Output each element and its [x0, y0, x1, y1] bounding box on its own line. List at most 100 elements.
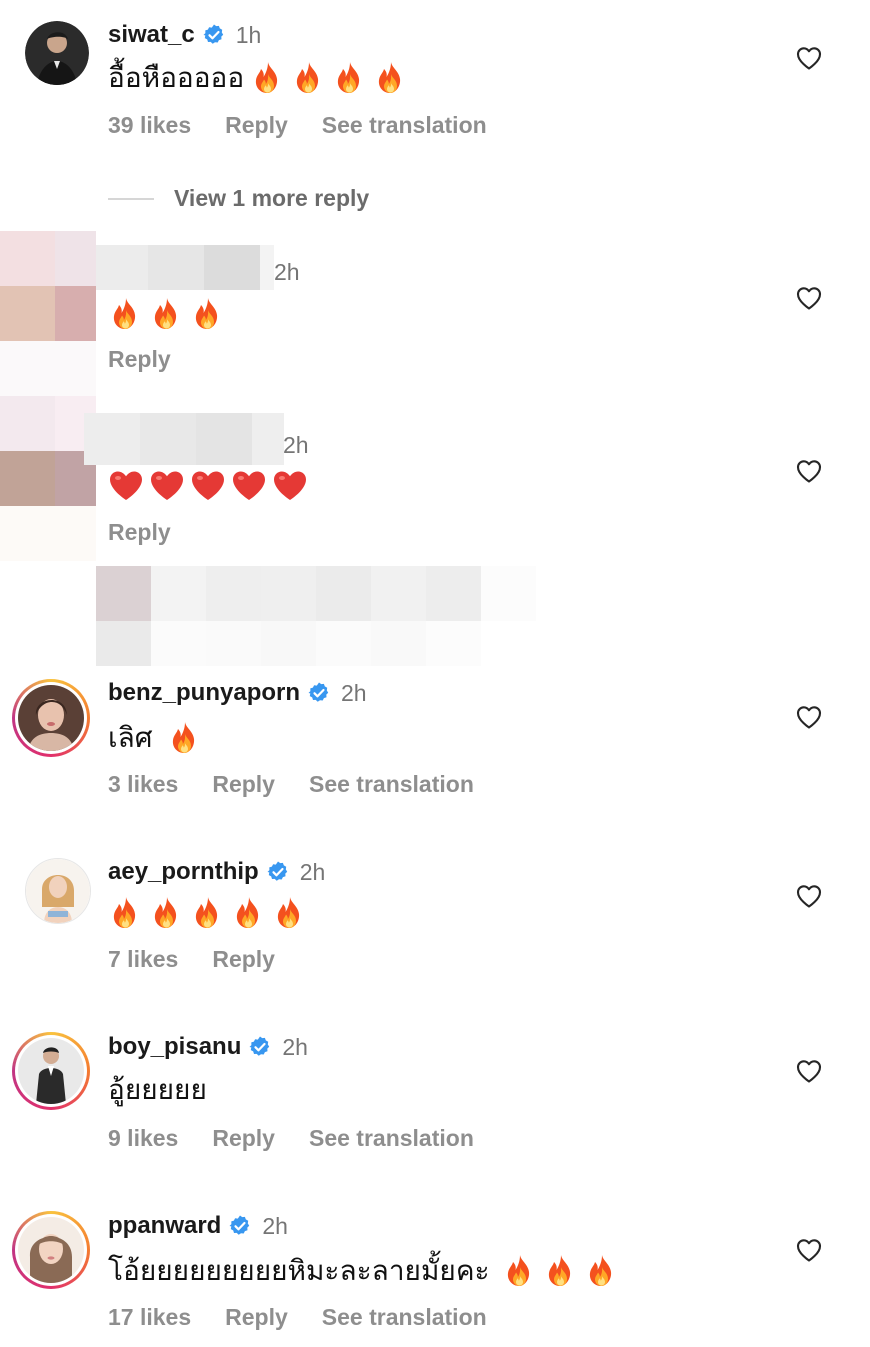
see-translation-button[interactable]: See translation	[309, 1125, 474, 1152]
reply-button[interactable]: Reply	[225, 1304, 288, 1331]
reply-button[interactable]: Reply	[212, 771, 275, 798]
fire-emoji	[250, 60, 286, 96]
red-heart-emoji	[149, 468, 185, 504]
timestamp: 2h	[274, 258, 300, 285]
fire-emoji	[167, 720, 203, 756]
avatar[interactable]	[25, 21, 89, 85]
timestamp: 2h	[283, 431, 309, 458]
comment-text	[108, 893, 313, 933]
like-heart-icon[interactable]	[795, 284, 823, 312]
reply-button[interactable]: Reply	[108, 346, 171, 373]
verified-badge-icon	[307, 681, 331, 705]
reply-button[interactable]: Reply	[212, 946, 275, 973]
comment-actions: 9 likes Reply See translation	[108, 1125, 474, 1152]
red-heart-emoji	[231, 468, 267, 504]
see-translation-button[interactable]: See translation	[309, 771, 474, 798]
verified-badge-icon	[228, 1214, 252, 1238]
reply-button[interactable]: Reply	[108, 519, 171, 546]
blurred-avatar	[0, 396, 96, 561]
verified-badge-icon	[266, 860, 290, 884]
profile-photo	[18, 1038, 84, 1104]
timestamp: 2h	[282, 1033, 308, 1060]
profile-photo	[26, 859, 90, 923]
blurred-avatar	[0, 231, 96, 396]
comment-body: อู้ยยยยย	[108, 1074, 207, 1105]
likes-count[interactable]: 7 likes	[108, 946, 178, 973]
fire-emoji	[231, 895, 267, 931]
likes-count[interactable]: 17 likes	[108, 1304, 191, 1331]
fire-emoji	[502, 1253, 538, 1289]
fire-emoji	[272, 895, 308, 931]
red-heart-emoji	[190, 468, 226, 504]
comment-header: 2h	[274, 256, 300, 288]
fire-emoji	[190, 895, 226, 931]
profile-photo	[18, 1217, 84, 1283]
avatar-with-story-ring[interactable]	[12, 1211, 90, 1289]
comment-header: aey_pornthip 2h	[108, 856, 325, 888]
fire-emoji	[332, 60, 368, 96]
like-heart-icon[interactable]	[795, 457, 823, 485]
comment-actions: Reply	[108, 346, 171, 373]
username[interactable]: boy_pisanu	[108, 1033, 241, 1061]
see-translation-button[interactable]: See translation	[322, 112, 487, 139]
fire-emoji	[190, 296, 226, 332]
likes-count[interactable]: 3 likes	[108, 771, 178, 798]
like-heart-icon[interactable]	[795, 44, 823, 72]
comment-text: อื้อหือออออ	[108, 58, 414, 98]
like-heart-icon[interactable]	[795, 703, 823, 731]
likes-count[interactable]: 39 likes	[108, 112, 191, 139]
like-heart-icon[interactable]	[795, 882, 823, 910]
username[interactable]: aey_pornthip	[108, 858, 259, 886]
timestamp: 2h	[262, 1212, 288, 1239]
fire-emoji	[149, 296, 185, 332]
profile-photo	[25, 21, 89, 85]
comment-actions: 3 likes Reply See translation	[108, 771, 474, 798]
timestamp: 1h	[235, 21, 262, 48]
like-heart-icon[interactable]	[795, 1057, 823, 1085]
comment-header: ppanward 2h	[108, 1210, 288, 1242]
comment-actions: 17 likes Reply See translation	[108, 1304, 487, 1331]
view-more-replies[interactable]: View 1 more reply	[108, 185, 369, 212]
timestamp: 2h	[341, 679, 367, 706]
fire-emoji	[108, 296, 144, 332]
comment-header: 2h	[283, 429, 309, 461]
comment-header: benz_punyaporn 2h	[108, 677, 367, 709]
username[interactable]: benz_punyaporn	[108, 679, 300, 707]
red-heart-emoji	[108, 468, 144, 504]
username[interactable]: siwat_c	[108, 21, 195, 49]
blurred-content	[96, 566, 536, 666]
comment-text: เลิศ	[108, 718, 208, 758]
comment-text: อู้ยยยยย	[108, 1070, 207, 1110]
comment-header: boy_pisanu 2h	[108, 1031, 308, 1063]
like-heart-icon[interactable]	[795, 1236, 823, 1264]
divider-line	[108, 197, 154, 200]
fire-emoji	[149, 895, 185, 931]
blurred-username	[96, 245, 274, 290]
comment-text	[108, 294, 231, 334]
likes-count[interactable]: 9 likes	[108, 1125, 178, 1152]
fire-emoji	[373, 60, 409, 96]
reply-button[interactable]: Reply	[212, 1125, 275, 1152]
verified-badge-icon	[248, 1035, 272, 1059]
comment-text: โอ้ยยยยยยยยยหิมะละลายมั้ยคะ	[108, 1251, 625, 1291]
avatar[interactable]	[25, 858, 91, 924]
comment-actions: 7 likes Reply	[108, 946, 275, 973]
comment-body: โอ้ยยยยยยยยยหิมะละลายมั้ยคะ	[108, 1255, 490, 1286]
fire-emoji	[108, 895, 144, 931]
comment-body: เลิศ	[108, 722, 153, 753]
see-translation-button[interactable]: See translation	[322, 1304, 487, 1331]
fire-emoji	[543, 1253, 579, 1289]
avatar-with-story-ring[interactable]	[12, 679, 90, 757]
comment-actions: 39 likes Reply See translation	[108, 112, 487, 139]
reply-button[interactable]: Reply	[225, 112, 288, 139]
blurred-username	[84, 413, 284, 465]
red-heart-emoji	[272, 468, 308, 504]
comment-text	[108, 466, 313, 506]
comment-header: siwat_c 1h	[108, 19, 261, 51]
username[interactable]: ppanward	[108, 1212, 221, 1240]
verified-badge-icon	[202, 23, 226, 47]
profile-photo	[18, 685, 84, 751]
fire-emoji	[291, 60, 327, 96]
timestamp: 2h	[299, 858, 326, 885]
avatar-with-story-ring[interactable]	[12, 1032, 90, 1110]
